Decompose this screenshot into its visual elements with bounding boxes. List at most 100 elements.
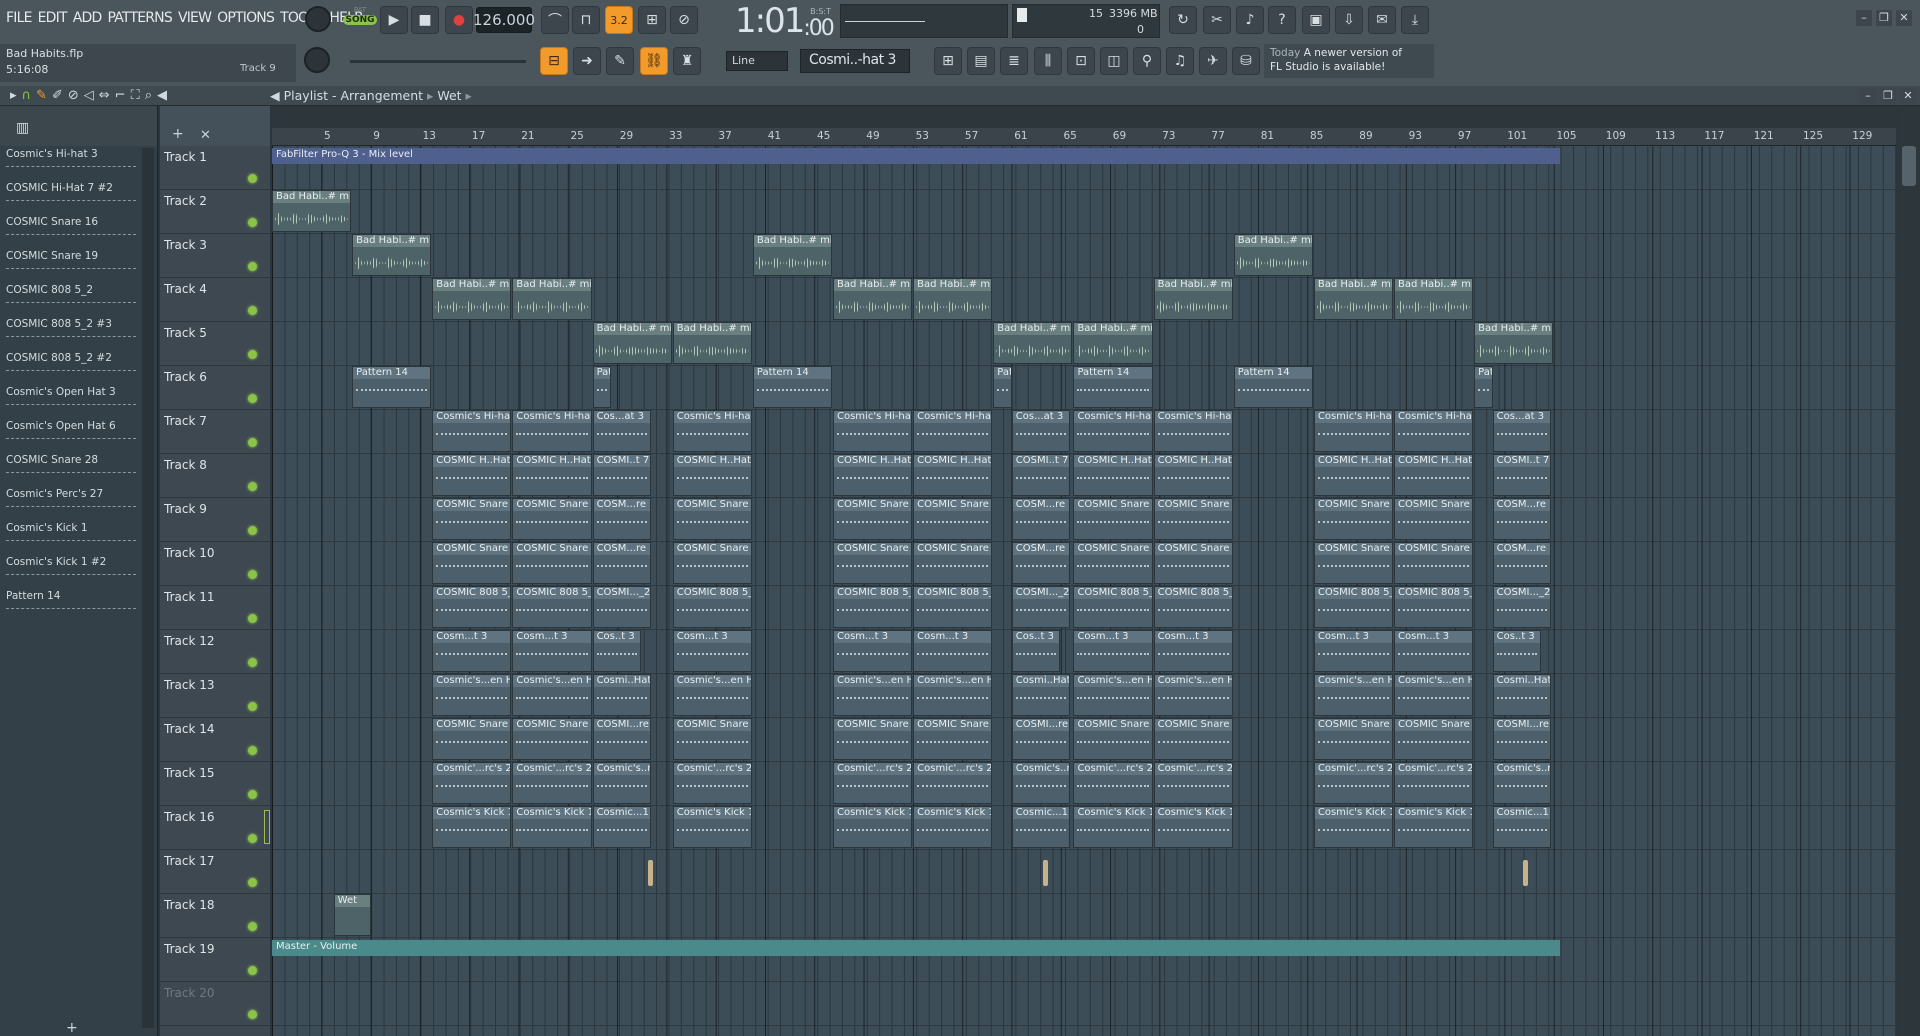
main-pitch-knob[interactable] [304,47,330,73]
pattern-clip[interactable]: COSMIC Snare 16 [833,498,913,540]
pattern-clip[interactable]: Pattern 14 [1073,366,1153,408]
channel-rack-icon[interactable]: ➜ [573,47,601,75]
audio-clip[interactable]: Bad Habi..# minor [432,278,512,320]
pattern-clip[interactable]: COSMIC Snare 16 [1394,498,1474,540]
picker-item[interactable]: Cosmic's Open Hat 3 [4,386,138,420]
pattern-clip[interactable]: COSMIC Snare 28 [1394,718,1474,760]
picker-item[interactable]: COSMIC 808 5_2 [4,284,138,318]
mixer-icon[interactable]: ⊞ [934,47,962,75]
audio-clip[interactable]: Bad Habi..# minor [1313,278,1394,320]
pattern-clip[interactable]: COSMI..t 7 #2 [1011,454,1070,496]
audio-clip[interactable]: Bad Habi..# minor [1233,234,1313,276]
pattern-clip[interactable]: Cosmic's Hi-hat 3 [672,410,752,452]
pattern-clip[interactable]: Cosmic'...rc's 27 [1394,762,1474,804]
touch-icon[interactable]: ⚲ [1133,47,1161,75]
pattern-clip[interactable]: Cosmic's Kick 1 [833,806,913,848]
audio-clip[interactable]: Bad Habi..# minor [1153,278,1233,320]
audio-clip[interactable]: Bad Habi..# minor [993,322,1073,364]
pattern-clip[interactable]: Cosmic's Hi-hat 3 [1313,410,1394,452]
pattern-clip[interactable]: Cosm...t 3 [913,630,993,672]
pattern-clip[interactable]: COSMIC Snare 19 [1394,542,1474,584]
picker-item[interactable]: COSMIC 808 5_2 #3 [4,318,138,352]
audio-clip[interactable]: Bad Habi..# minor [592,322,672,364]
magnet-icon[interactable]: ∩ [22,88,32,103]
automation-point[interactable] [1523,860,1529,886]
track-mute-led[interactable] [248,438,257,447]
pattern-clip[interactable]: Cosmic's...en Hat 6 [672,674,752,716]
audio-clip[interactable]: Bad Habi..# minor [752,234,832,276]
pattern-clip[interactable]: COSMIC Snare 16 [1073,498,1153,540]
pattern-clip[interactable]: Cosmic's...en Hat 6 [512,674,592,716]
pattern-clip[interactable]: COSMI..t 7 #2 [1492,454,1551,496]
pattern-clip[interactable]: Cosmic'...rc's 27 [913,762,993,804]
plugin-picker-icon[interactable]: ⊡ [1067,47,1095,75]
pattern-clip[interactable]: COSM...re 16 [592,498,651,540]
add-track-icon[interactable]: + [66,1020,78,1036]
audio-clip[interactable]: Bad Habi..# minor [272,190,352,232]
select-icon[interactable]: ⛶ [131,88,140,103]
close-icon[interactable]: ✕ [1896,10,1912,26]
track-mute-led[interactable] [248,350,257,359]
picker-item[interactable]: COSMIC Hi-Hat 7 #2 [4,182,138,216]
automation-point[interactable] [1042,860,1048,886]
arrow-icon[interactable]: ▸ [10,88,17,103]
stop-button[interactable]: ■ [411,6,439,34]
picker-item[interactable]: Cosmic's Perc's 27 [4,488,138,522]
pattern-clip[interactable]: Pattern 14 [352,366,432,408]
pattern-clip[interactable]: COSMIC Snare 28 [1313,718,1394,760]
master-volume-knob[interactable] [305,6,331,32]
picker-item[interactable]: Cosmic's Open Hat 6 [4,420,138,454]
track-header[interactable]: Track 9 [160,498,270,542]
pattern-clip[interactable]: COSMIC Snare 19 [1073,542,1153,584]
download-icon[interactable]: ⤓ [1401,6,1429,34]
zoom-icon[interactable]: ⌕ [145,88,152,103]
picker-item[interactable]: Cosmic's Kick 1 #2 [4,556,138,590]
pattern-clip[interactable]: COSMIC Snare 16 [913,498,993,540]
audio-clip[interactable]: Bad Habi..# minor [833,278,913,320]
menu-file[interactable]: FILE [4,8,34,32]
pattern-clip[interactable]: Cosmi..Hat 6 [1011,674,1070,716]
pattern-selector[interactable]: Cosmi..-hat 3 [800,49,910,73]
pattern-clip[interactable]: COSMIC Snare 16 [1153,498,1233,540]
pattern-clip[interactable]: COSMI...re 28 [592,718,651,760]
pattern-clip[interactable]: COSMI..._2 #2 [1492,586,1551,628]
pattern-clip[interactable]: COSMIC 808 5_2 [1153,586,1233,628]
track-header[interactable]: Track 11 [160,586,270,630]
pattern-clip[interactable]: COSMIC H..Hat 7 #2 [1153,454,1233,496]
pattern-clip[interactable]: COSMIC Snare 19 [1153,542,1233,584]
picker-item[interactable]: Cosmic's Kick 1 [4,522,138,556]
tempo-display[interactable]: 126.000 [473,7,535,33]
news-panel[interactable]: Today A newer version of FL Studio is av… [1264,44,1434,78]
track-header[interactable]: Track 2 [160,190,270,234]
track-mute-led[interactable] [248,878,257,887]
audio-clip[interactable]: Bad Habi..# minor [512,278,592,320]
timeline-ruler[interactable]: 5 9 13 17 21 25 29 33 37 41 45 49 53 57 61 65 69 73 77 81 85… [272,128,1896,146]
track-header[interactable]: Track 16 [160,806,270,850]
audio-clip[interactable]: Bad Habi..# minor [352,234,432,276]
pattern-clip[interactable]: Cosm...t 3 [512,630,592,672]
pattern-clip[interactable]: COSMIC Snare 19 [432,542,512,584]
pattern-clip[interactable]: Cosmic's..rc's 27 [1011,762,1070,804]
pattern-clip[interactable]: Cosmic's Kick 1 [1313,806,1394,848]
pattern-clip[interactable]: Cosmic's Kick 1 [1073,806,1153,848]
pattern-clip[interactable]: Cosmic's...en Hat 6 [432,674,512,716]
slip-icon[interactable]: ⇔ [99,88,110,103]
track-mute-led[interactable] [248,922,257,931]
stamp-icon[interactable]: ♜ [673,47,701,75]
picker-item[interactable]: Pattern 14 [4,590,138,624]
metronome-icon[interactable]: ⌒ [541,6,569,34]
tempo-tap-icon[interactable]: ♫ [1166,47,1194,75]
pattern-clip[interactable]: COSMI...re 28 [1492,718,1551,760]
track-mute-led[interactable] [248,1010,257,1019]
track-header[interactable]: Track 6 [160,366,270,410]
wait-record-icon[interactable]: ⊓ [572,6,600,34]
pattern-clip[interactable]: Cosmic's Hi-hat 3 [1394,410,1474,452]
render-icon[interactable]: ⇩ [1335,6,1363,34]
pattern-clip[interactable]: COSMIC Snare 19 [913,542,993,584]
audio-clip[interactable]: Bad Habi..# minor [1394,278,1474,320]
chat-icon[interactable]: ✉ [1368,6,1396,34]
pattern-clip[interactable]: COSMIC Snare 28 [432,718,512,760]
picker-item[interactable]: COSMIC Snare 16 [4,216,138,250]
menu-view[interactable]: VIEW [176,8,213,32]
pattern-clip[interactable]: Cosmic's Kick 1 [1394,806,1474,848]
